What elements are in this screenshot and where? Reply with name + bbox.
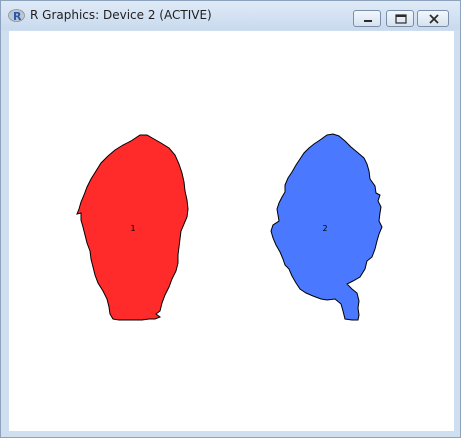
minimize-button[interactable] [353,10,381,27]
r-graphics-window: R R Graphics: Device 2 (ACTIVE) 1 2 [0,0,461,438]
plot-area[interactable]: 1 2 [9,31,454,431]
region-1-label: 1 [130,224,135,233]
region-2-label: 2 [322,224,327,233]
close-icon [429,14,439,24]
svg-text:R: R [13,10,22,23]
title-bar[interactable]: R R Graphics: Device 2 (ACTIVE) [1,1,460,30]
r-logo-icon[interactable]: R [8,8,25,23]
window-title: R Graphics: Device 2 (ACTIVE) [30,8,212,22]
maximize-button[interactable] [386,10,414,27]
plot-canvas: 1 2 [76,133,383,321]
minimize-icon [364,20,372,22]
close-button[interactable] [417,10,449,27]
maximize-icon [395,14,407,24]
